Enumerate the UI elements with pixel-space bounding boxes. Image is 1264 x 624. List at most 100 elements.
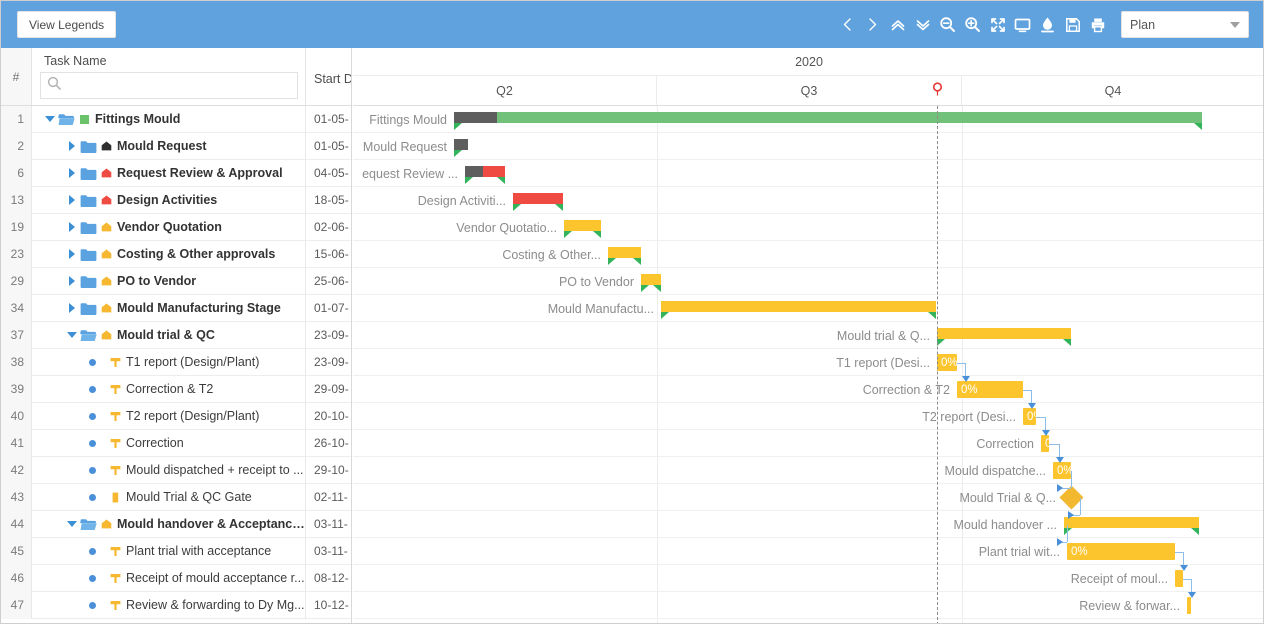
collapse-all-icon[interactable] [885, 10, 910, 40]
task-name-label: Request Review & Approval [117, 166, 283, 180]
gantt-bar-label: Mould Manufactu... [547, 301, 654, 316]
view-legends-button[interactable]: View Legends [17, 11, 117, 38]
gantt-bar-cap-right [653, 285, 661, 292]
table-row[interactable]: 46 Receipt of mould acceptance r... 08-12- [1, 564, 351, 592]
zoom-in-icon[interactable] [960, 10, 985, 40]
save-icon[interactable] [1060, 10, 1085, 40]
expand-toggle-icon[interactable] [64, 295, 79, 322]
gantt-row: T1 report (Desi... 0% [353, 349, 1263, 376]
table-row[interactable]: 44 Mould handover & Acceptance ... 03-11- [1, 510, 351, 538]
table-row[interactable]: 43 Mould Trial & QC Gate 02-11- [1, 483, 351, 511]
gantt-summary-bar[interactable] [661, 301, 936, 319]
task-name-label: Receipt of mould acceptance r... [126, 571, 305, 585]
gantt-milestone-diamond[interactable] [1059, 485, 1084, 510]
gantt-task-bar[interactable]: 0 [1041, 435, 1049, 452]
gantt-task-bar[interactable]: 0% [937, 354, 957, 371]
task-name-label: T1 report (Design/Plant) [126, 355, 260, 369]
table-row[interactable]: 13 Design Activities 18-05- [1, 186, 351, 214]
gantt-bar-label: Receipt of moul... [1070, 571, 1168, 586]
task-grid-header: # Task Name Start D [1, 48, 351, 106]
gantt-task-bar[interactable]: 0% [1053, 462, 1071, 479]
table-row[interactable]: 6 Request Review & Approval 04-05- [1, 159, 351, 187]
table-row[interactable]: 23 Costing & Other approvals 15-06- [1, 240, 351, 268]
next-icon[interactable] [860, 10, 885, 40]
table-row[interactable]: 19 Vendor Quotation 02-06- [1, 213, 351, 241]
gantt-bar-segment [497, 112, 1202, 123]
print-icon[interactable] [1085, 10, 1110, 40]
gantt-task-bar[interactable]: 0% [1023, 408, 1036, 425]
gantt-task-bar[interactable] [1175, 570, 1183, 587]
gantt-bar-cap-right [1194, 123, 1202, 130]
table-row[interactable]: 1 Fittings Mould 01-05- [1, 105, 351, 133]
chevron-down-icon [1230, 21, 1240, 28]
gantt-summary-bar[interactable] [465, 166, 505, 184]
task-search-box[interactable] [40, 72, 298, 99]
expand-toggle-icon[interactable] [64, 187, 79, 214]
gantt-summary-bar[interactable] [564, 220, 601, 238]
start-date-cell: 02-06- [314, 220, 349, 234]
zoom-out-icon[interactable] [935, 10, 960, 40]
gantt-summary-bar[interactable] [1064, 517, 1199, 535]
folder-icon [79, 187, 98, 214]
table-row[interactable]: 45 Plant trial with acceptance 03-11- [1, 537, 351, 565]
collapse-toggle-icon[interactable] [64, 511, 79, 538]
task-name-label: Mould dispatched + receipt to ... [126, 463, 304, 477]
fit-to-screen-icon[interactable] [985, 10, 1010, 40]
export-icon[interactable] [1035, 10, 1060, 40]
start-date-cell: 01-05- [314, 139, 349, 153]
gantt-task-bar[interactable] [1187, 597, 1191, 614]
table-row[interactable]: 29 PO to Vendor 25-06- [1, 267, 351, 295]
collapse-toggle-icon[interactable] [64, 322, 79, 349]
table-row[interactable]: 41 Correction 26-10- [1, 429, 351, 457]
expand-toggle-icon[interactable] [64, 214, 79, 241]
prev-icon[interactable] [835, 10, 860, 40]
gantt-summary-bar[interactable] [454, 112, 1202, 130]
expand-toggle-icon[interactable] [64, 268, 79, 295]
expand-all-icon[interactable] [910, 10, 935, 40]
gantt-body: # Task Name Start D 1 Fittings Mould 01-05… [1, 48, 1263, 623]
gantt-bar-cap-left [513, 204, 521, 211]
status-pentagon-icon [98, 241, 115, 268]
gantt-summary-bar[interactable] [608, 247, 641, 265]
gantt-summary-bar[interactable] [937, 328, 1071, 346]
collapse-toggle-icon[interactable] [42, 106, 57, 133]
task-name-cell: Request Review & Approval [32, 159, 306, 187]
search-input[interactable] [65, 77, 275, 94]
table-row[interactable]: 38 T1 report (Design/Plant) 23-09- [1, 348, 351, 376]
gantt-progress-label: 0% [1027, 410, 1036, 423]
table-row[interactable]: 42 Mould dispatched + receipt to ... 29-10… [1, 456, 351, 484]
toolbar-actions: Plan [835, 1, 1249, 48]
plan-select-value: Plan [1130, 17, 1156, 32]
plan-select[interactable]: Plan [1121, 11, 1249, 38]
gantt-summary-bar[interactable] [641, 274, 661, 292]
gantt-task-bar[interactable]: 0% [1067, 543, 1175, 560]
table-row[interactable]: 37 Mould trial & QC 23-09- [1, 321, 351, 349]
gantt-summary-bar[interactable] [454, 139, 468, 157]
gantt-bar-label: Mould Request [362, 139, 447, 154]
row-index: 2 [1, 132, 32, 160]
gantt-row: Vendor Quotatio... [353, 214, 1263, 241]
table-row[interactable]: 40 T2 report (Design/Plant) 20-10- [1, 402, 351, 430]
gantt-task-bar[interactable]: 0% [957, 381, 1023, 398]
expand-toggle-icon[interactable] [64, 160, 79, 187]
gantt-bar-label: Fittings Mould [369, 112, 447, 127]
status-milestone-icon [107, 376, 124, 403]
expand-toggle-icon[interactable] [64, 241, 79, 268]
table-row[interactable]: 47 Review & forwarding to Dy Mg... 10-12- [1, 591, 351, 619]
expand-toggle-icon[interactable] [64, 133, 79, 160]
gantt-bar-label: Correction [976, 436, 1034, 451]
row-index: 29 [1, 267, 32, 295]
status-milestone-icon [107, 457, 124, 484]
table-row[interactable]: 2 Mould Request 01-05- [1, 132, 351, 160]
table-row[interactable]: 39 Correction & T2 29-09- [1, 375, 351, 403]
gantt-summary-bar[interactable] [513, 193, 563, 211]
table-row[interactable]: 34 Mould Manufacturing Stage 01-07- [1, 294, 351, 322]
gantt-bar-label: Mould dispatche... [944, 463, 1046, 478]
task-name-label: PO to Vendor [117, 274, 197, 288]
gantt-app: View Legends Plan # Task Name Start D 1 … [0, 0, 1264, 624]
fullscreen-icon[interactable] [1010, 10, 1035, 40]
status-milestone-icon [107, 538, 124, 565]
